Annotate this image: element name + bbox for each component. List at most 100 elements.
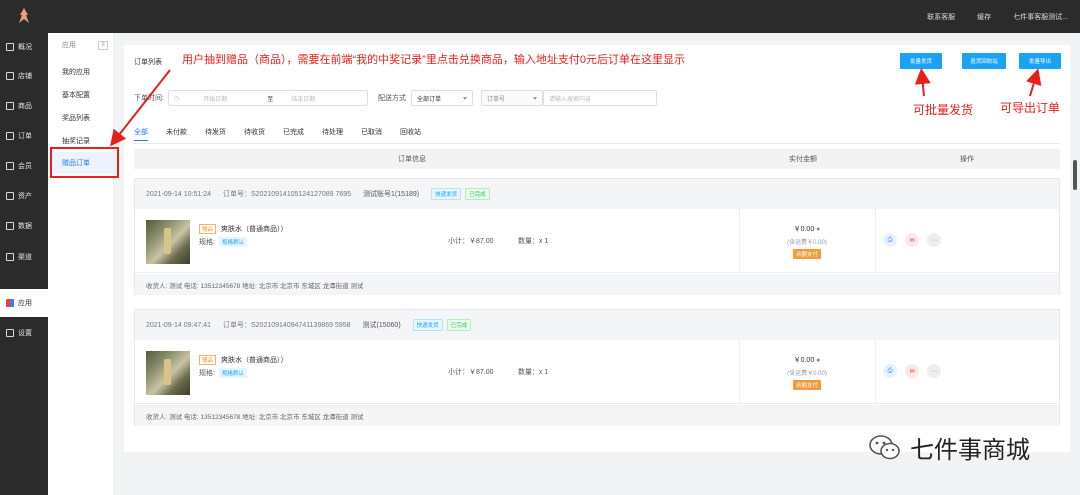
amount-cell: ￥0.00 ● (含运费￥0.00) 余额支付: [739, 224, 875, 259]
print-icon[interactable]: ⎙: [883, 364, 897, 378]
nav-item-assets[interactable]: 资产: [0, 182, 48, 210]
search-input[interactable]: 请输入搜索内容: [542, 90, 657, 106]
tab-completed[interactable]: 已完成: [283, 127, 304, 141]
message-icon[interactable]: ✉: [905, 233, 919, 247]
nav-item-goods[interactable]: 商品: [0, 92, 48, 120]
product-thumbnail[interactable]: [146, 220, 190, 264]
account-menu[interactable]: 七件事客服测试...: [1013, 12, 1068, 22]
main-sidebar: 概况 店铺 商品 订单 会员 资产 数据 渠道 应用 设置: [0, 33, 48, 495]
col-order-info: 订单信息: [398, 156, 426, 163]
quantity: 数量：x 1: [518, 238, 549, 245]
info-icon[interactable]: ●: [816, 357, 820, 364]
order-body: 赠品 爽肤水（普通商品）） 规格: 规格默认 小计：￥87.00 数量：x 1 …: [135, 209, 1059, 273]
app-subnav: 应用 ≡ 我的应用 基本配置 奖品列表 抽奖记录 赠品订单: [48, 33, 114, 495]
nav-item-data[interactable]: 数据: [0, 212, 48, 240]
search-field-select[interactable]: 订单号: [480, 90, 543, 106]
order-number: 订单号：S20210914094741139869 5958: [223, 322, 351, 329]
print-icon[interactable]: ⎙: [883, 233, 897, 247]
apps-icon: [6, 299, 14, 307]
spec-label: 规格:: [199, 239, 215, 246]
calendar-icon: ◷: [173, 95, 180, 102]
order-card: 2021-09-14 09:47:41 订单号：S202109140947411…: [134, 309, 1060, 426]
tab-cancelled[interactable]: 已取消: [361, 127, 382, 141]
spec-badge: 规格默认: [218, 368, 247, 378]
message-icon[interactable]: ✉: [905, 364, 919, 378]
spec-badge: 规格默认: [218, 237, 247, 247]
spec-label: 规格:: [199, 370, 215, 377]
column-divider: [875, 209, 876, 273]
payment-method-badge: 余额支付: [792, 249, 821, 259]
member-icon: [6, 162, 14, 170]
tabs-divider: [134, 143, 1060, 144]
watermark: 七件事商城: [868, 430, 1030, 465]
scrollbar-thumb[interactable]: [1073, 160, 1077, 190]
tab-recycle-bin[interactable]: 回收站: [400, 127, 421, 141]
status-tabs: 全部 未付款 待发货 待收货 已完成 待处理 已取消 回收站: [134, 127, 439, 143]
tab-to-receive[interactable]: 待收货: [244, 127, 265, 141]
nav-item-store[interactable]: 店铺: [0, 62, 48, 90]
order-card: 2021-09-14 10:51:24 订单号：S202109141051241…: [134, 178, 1060, 295]
quantity: 数量：x 1: [518, 369, 549, 376]
product-thumbnail[interactable]: [146, 351, 190, 395]
end-date-input[interactable]: 结束日期: [291, 94, 315, 103]
return-recycle-button[interactable]: 退货回收站: [962, 53, 1006, 69]
highlight-box: [50, 147, 119, 178]
annotation-batch-ship: 可批量发货: [913, 103, 974, 117]
asset-icon: [6, 192, 14, 200]
subnav-item-my-apps[interactable]: 我的应用: [48, 61, 114, 83]
ship-method-label: 配送方式: [377, 95, 406, 102]
tab-pending[interactable]: 待处理: [322, 127, 343, 141]
collapse-menu-icon[interactable]: ≡: [98, 40, 108, 50]
more-icon[interactable]: ⋯: [927, 233, 941, 247]
nav-item-settings[interactable]: 设置: [0, 319, 48, 347]
date-range-picker[interactable]: ◷ 开始日期 至 结束日期: [167, 90, 368, 106]
order-header: 2021-09-14 10:51:24 订单号：S202109141051241…: [135, 179, 1059, 209]
product-name[interactable]: 爽肤水（普通商品））: [221, 355, 288, 365]
ship-method-select[interactable]: 全部订单: [410, 90, 473, 106]
nav-item-overview[interactable]: 概况: [0, 33, 48, 61]
product-name[interactable]: 爽肤水（普通商品））: [221, 224, 288, 234]
paid-amount: ￥0.00: [793, 357, 815, 364]
nav-item-orders[interactable]: 订单: [0, 122, 48, 150]
nav-item-apps[interactable]: 应用: [0, 289, 48, 317]
logo-icon[interactable]: [14, 6, 34, 26]
batch-ship-button[interactable]: 批量发货: [900, 53, 942, 69]
date-range-separator: 至: [267, 96, 274, 103]
info-icon[interactable]: ●: [816, 226, 820, 233]
col-paid-amount: 实付金额: [789, 156, 817, 163]
batch-export-button[interactable]: 批量导出: [1019, 53, 1061, 69]
order-actions: ⎙ ✉ ⋯: [883, 233, 941, 247]
status-badge: 已完成: [465, 188, 490, 200]
freight-note: (含运费￥0.00): [787, 240, 827, 246]
tab-unpaid[interactable]: 未付款: [166, 127, 187, 141]
amount-cell: ￥0.00 ● (含运费￥0.00) 余额支付: [739, 355, 875, 390]
tab-all[interactable]: 全部: [134, 127, 148, 141]
settings-icon: [6, 329, 14, 337]
freight-note: (含运费￥0.00): [787, 371, 827, 377]
start-date-input[interactable]: 开始日期: [203, 94, 259, 103]
status-badge: 已完成: [446, 319, 472, 331]
buyer-account: 测试账号1(15189): [363, 191, 420, 198]
column-divider: [875, 340, 876, 404]
annotation-export: 可导出订单: [1000, 101, 1061, 115]
order-number: 订单号：S20210914105124127089 7695: [223, 191, 352, 198]
ship-type-badge: 快递发货: [412, 319, 443, 331]
gift-badge: 赠品: [199, 224, 217, 234]
chevron-down-icon: [532, 96, 537, 100]
cache-link[interactable]: 缓存: [977, 12, 991, 22]
wechat-icon: [869, 434, 900, 459]
contact-service-link[interactable]: 联系客服: [927, 12, 955, 22]
tab-to-ship[interactable]: 待发货: [205, 127, 226, 141]
more-icon[interactable]: ⋯: [927, 364, 941, 378]
subnav-item-basic-config[interactable]: 基本配置: [48, 84, 114, 106]
buyer-account: 测试(15060): [362, 322, 401, 329]
nav-item-channel[interactable]: 渠道: [0, 243, 48, 271]
chevron-down-icon: [462, 96, 467, 100]
top-bar: 联系客服 缓存 七件事客服测试...: [0, 0, 1080, 33]
nav-item-member[interactable]: 会员: [0, 152, 48, 180]
order-header: 2021-09-14 09:47:41 订单号：S202109140947411…: [135, 310, 1059, 340]
page-title: 订单列表: [134, 59, 162, 66]
order-time: 2021-09-14 10:51:24: [146, 190, 211, 198]
subnav-item-prize-list[interactable]: 奖品列表: [48, 107, 114, 129]
annotation-main: 用户抽到赠品（商品），需要在前端“我的中奖记录”里点击兑换商品，输入地址支付0元…: [182, 54, 685, 66]
